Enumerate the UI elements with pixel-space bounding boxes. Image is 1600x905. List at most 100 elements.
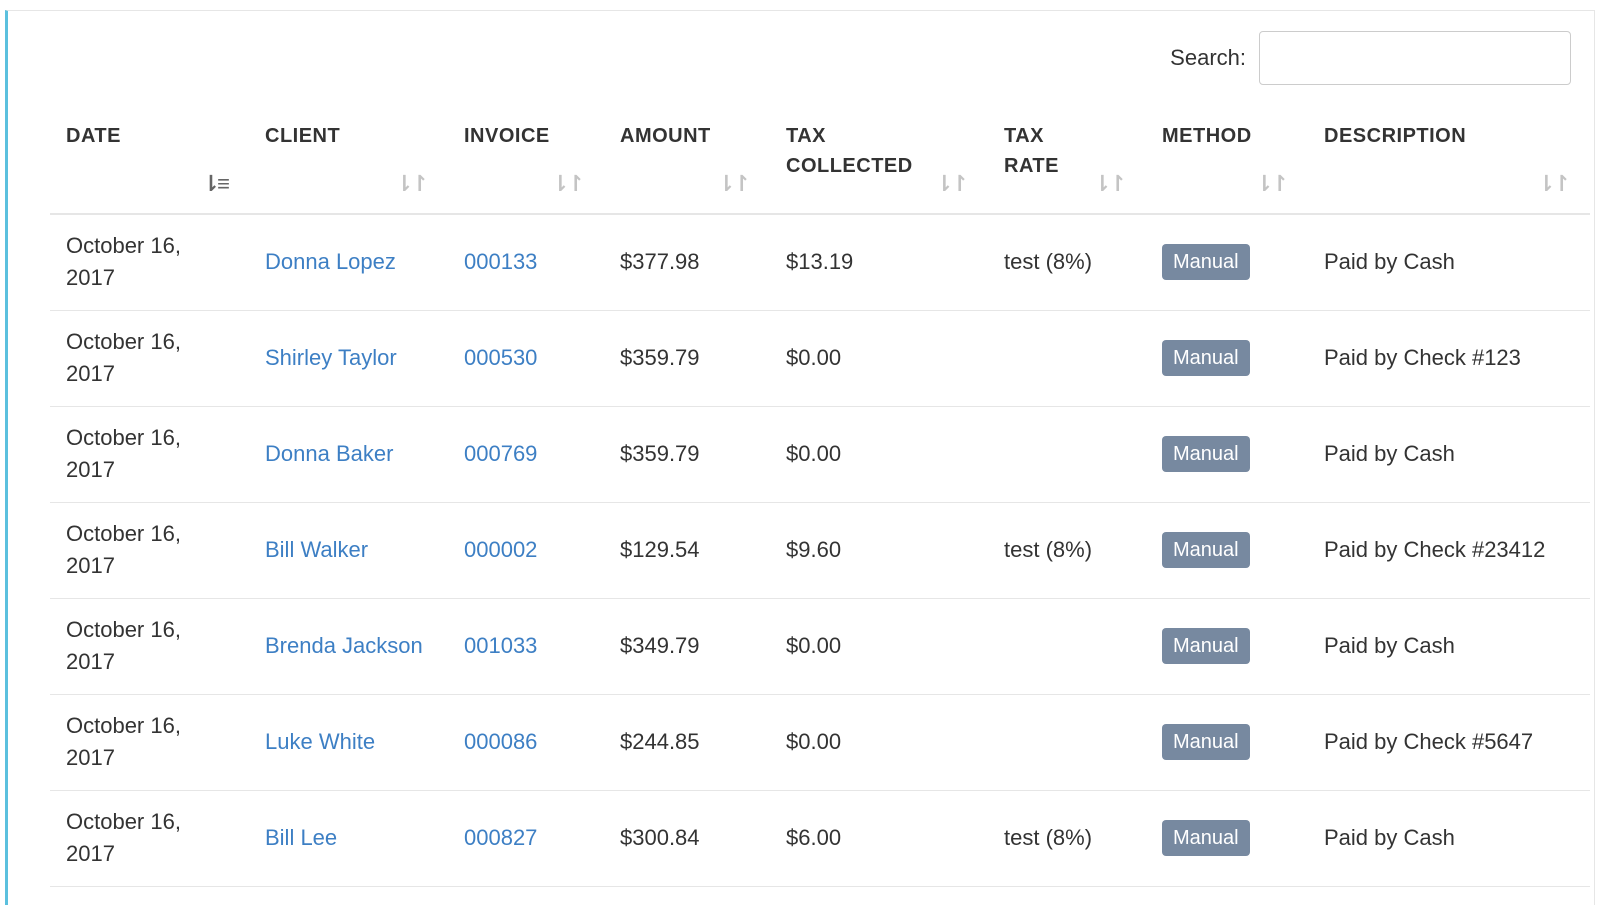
amount-cell: $377.98 <box>620 249 700 275</box>
invoice-column-cell: 000769 <box>448 406 604 503</box>
invoice-column-cell: 000133 <box>448 214 604 311</box>
sort-icon[interactable]: ⇂↾ <box>1093 173 1127 195</box>
client-link[interactable]: Luke White <box>265 729 375 754</box>
client-column-cell: Luke White <box>249 694 448 791</box>
invoice-link[interactable]: 000769 <box>464 441 537 466</box>
description-column-cell: Paid by Cash <box>1308 790 1590 887</box>
invoice-column-cell: 000002 <box>448 502 604 599</box>
client-link[interactable]: Bill Lee <box>265 825 337 850</box>
sort-icon[interactable]: ⇂↾ <box>717 173 751 195</box>
description-column-cell: Paid by Cash <box>1308 214 1590 311</box>
date-column-cell: October 16, 2017 <box>50 502 249 599</box>
column-header-label: TAX RATE <box>1004 125 1059 177</box>
column-header-tax-rate[interactable]: TAX RATE ⇂↾ <box>988 111 1146 215</box>
client-column-cell: Donna Baker <box>249 406 448 503</box>
client-column-cell: Bill Walker <box>249 502 448 599</box>
tax-rate-column-cell <box>988 598 1146 695</box>
column-header-tax-collected[interactable]: TAX COLLECTED ⇂↾ <box>770 111 988 215</box>
invoice-link[interactable]: 000530 <box>464 345 537 370</box>
invoice-column-cell: 000827 <box>448 790 604 887</box>
amount-cell: $300.84 <box>620 825 700 850</box>
table-row: October 16, 2017 Brenda Jackson 001033 $349… <box>50 598 1590 695</box>
method-column-cell: Manual <box>1146 694 1308 791</box>
method-badge: Manual <box>1162 340 1250 376</box>
description-column-cell: Paid by Check #23412 <box>1308 502 1590 599</box>
tax-rate-cell: test (8%) <box>1004 249 1093 275</box>
column-header-invoice[interactable]: INVOICE ⇂↾ <box>448 111 604 215</box>
tax-collected-cell: $6.00 <box>786 825 842 850</box>
table-row: October 16, 2017 Donna Baker 000769 $359.79… <box>50 406 1590 503</box>
tax-collected-cell: $13.19 <box>786 249 854 275</box>
tax-collected-column-cell: $13.19 <box>770 214 988 311</box>
amount-column-cell: $359.79 <box>604 310 770 407</box>
invoice-link[interactable]: 000827 <box>464 825 537 850</box>
method-badge: Manual <box>1162 436 1250 472</box>
invoice-column-cell: 000530 <box>448 310 604 407</box>
description-cell: Paid by Cash <box>1324 633 1455 658</box>
method-column-cell: Manual <box>1146 310 1308 407</box>
table-row: October 16, 2017 Luke White 000086 $244.85 $… <box>50 694 1590 791</box>
column-header-date[interactable]: DATE ⇂≡ <box>50 111 249 215</box>
search-input[interactable] <box>1259 31 1571 85</box>
column-header-client[interactable]: CLIENT ⇂↾ <box>249 111 448 215</box>
description-cell: Paid by Check #5647 <box>1324 729 1534 754</box>
search-label: Search: <box>1170 45 1246 70</box>
table-header-row: DATE ⇂≡ CLIENT ⇂↾ INVOICE ⇂↾ AMOUNT ⇂↾ T… <box>50 111 1590 215</box>
sort-ascending-icon[interactable]: ⇂≡ <box>202 173 230 195</box>
client-link[interactable]: Donna Lopez <box>265 249 396 274</box>
client-link[interactable]: Brenda Jackson <box>265 633 423 658</box>
tax-rate-column-cell: test (8%) <box>988 502 1146 599</box>
date-cell: October 16, 2017 <box>66 233 181 291</box>
column-header-description[interactable]: DESCRIPTION ⇂↾ <box>1308 111 1590 215</box>
invoice-link[interactable]: 001033 <box>464 633 537 658</box>
method-badge: Manual <box>1162 244 1250 281</box>
description-column-cell: Paid by Check #5647 <box>1308 694 1590 791</box>
description-cell: Paid by Cash <box>1324 249 1455 275</box>
tax-collected-cell: $0.00 <box>786 633 842 658</box>
client-column-cell: Brenda Jackson <box>249 598 448 695</box>
method-column-cell: Manual <box>1146 214 1308 311</box>
table-row: October 16, 2017 Bill Walker 000002 $129.54… <box>50 502 1590 599</box>
invoice-link[interactable]: 000086 <box>464 729 537 754</box>
tax-collected-cell: $9.60 <box>786 537 842 562</box>
sort-icon[interactable]: ⇂↾ <box>395 173 429 195</box>
method-column-cell: Manual <box>1146 406 1308 503</box>
method-badge: Manual <box>1162 628 1250 664</box>
description-column-cell: Paid by Cash <box>1308 406 1590 503</box>
payments-panel: Search: DATE ⇂≡ CLIENT ⇂↾ INVOICE ⇂↾ AMO… <box>5 10 1595 905</box>
invoice-column-cell: 000086 <box>448 694 604 791</box>
invoice-link[interactable]: 000002 <box>464 537 537 562</box>
column-header-amount[interactable]: AMOUNT ⇂↾ <box>604 111 770 215</box>
client-link[interactable]: Donna Baker <box>265 441 393 466</box>
method-column-cell: Manual <box>1146 790 1308 887</box>
tax-collected-column-cell: $9.60 <box>770 502 988 599</box>
method-badge: Manual <box>1162 532 1250 568</box>
tax-rate-column-cell <box>988 406 1146 503</box>
amount-cell: $349.79 <box>620 633 700 658</box>
tax-collected-cell: $0.00 <box>786 345 842 370</box>
amount-cell: $244.85 <box>620 729 700 754</box>
client-link[interactable]: Shirley Taylor <box>265 345 397 370</box>
invoice-link[interactable]: 000133 <box>464 249 537 274</box>
amount-column-cell: $359.79 <box>604 406 770 503</box>
date-cell: October 16, 2017 <box>66 425 181 482</box>
sort-icon[interactable]: ⇂↾ <box>1255 173 1289 195</box>
date-cell: October 16, 2017 <box>66 713 181 770</box>
client-column-cell: Bill Lee <box>249 790 448 887</box>
tax-rate-column-cell: test (8%) <box>988 214 1146 311</box>
amount-column-cell: $349.79 <box>604 598 770 695</box>
tax-collected-column-cell: $0.00 <box>770 694 988 791</box>
amount-column-cell: $300.84 <box>604 790 770 887</box>
amount-column-cell: $377.98 <box>604 214 770 311</box>
sort-icon[interactable]: ⇂↾ <box>935 173 969 195</box>
sort-icon[interactable]: ⇂↾ <box>1537 173 1571 195</box>
description-cell: Paid by Cash <box>1324 825 1455 850</box>
sort-icon[interactable]: ⇂↾ <box>551 173 585 195</box>
date-cell: October 16, 2017 <box>66 809 181 866</box>
date-column-cell: October 16, 2017 <box>50 310 249 407</box>
client-link[interactable]: Bill Walker <box>265 537 368 562</box>
description-cell: Paid by Cash <box>1324 441 1455 466</box>
invoice-column-cell: 001033 <box>448 598 604 695</box>
column-header-method[interactable]: METHOD ⇂↾ <box>1146 111 1308 215</box>
tax-rate-column-cell <box>988 310 1146 407</box>
